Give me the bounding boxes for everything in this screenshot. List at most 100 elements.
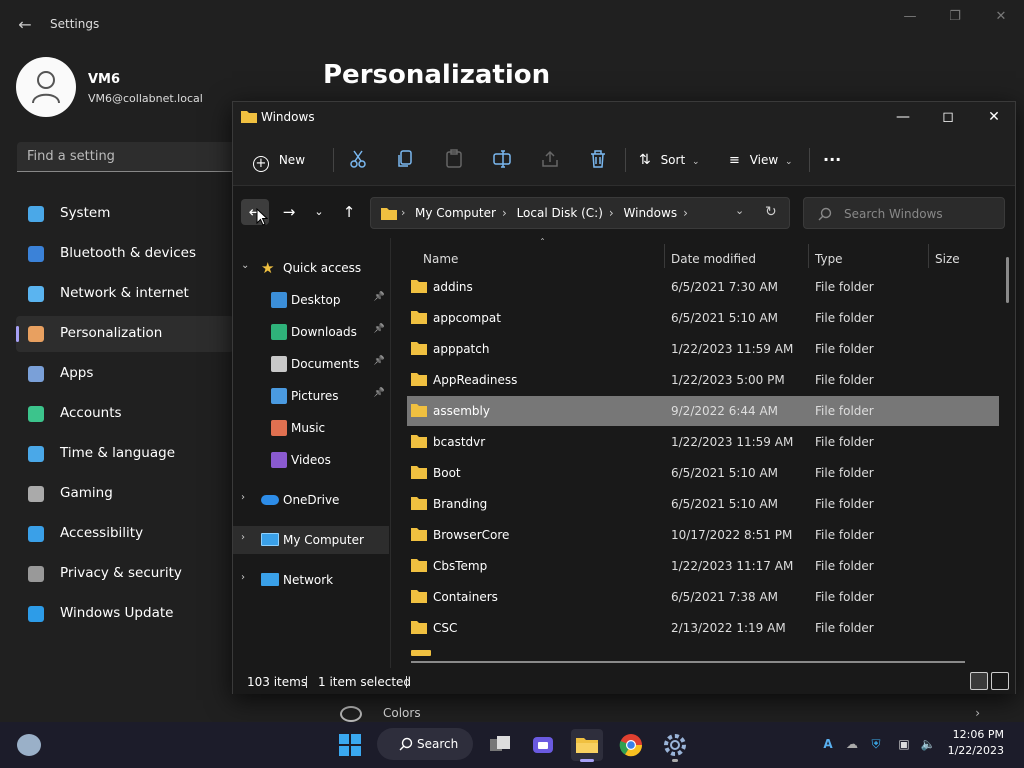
- pictures-icon: [271, 388, 287, 404]
- nav-onedrive[interactable]: › OneDrive: [233, 486, 389, 514]
- nav-downloads[interactable]: Downloads 📌: [233, 318, 389, 346]
- sidebar-item-label: Gaming: [60, 485, 113, 501]
- column-header-type[interactable]: Type: [815, 244, 843, 274]
- nav-desktop[interactable]: Desktop 📌: [233, 286, 389, 314]
- chrome-icon[interactable]: [615, 729, 647, 761]
- tiles-view-icon[interactable]: [991, 672, 1009, 690]
- sidebar-item-accessibility[interactable]: Accessibility: [16, 516, 234, 552]
- start-windows-icon[interactable]: [334, 729, 366, 761]
- up-arrow-icon[interactable]: ↑: [335, 199, 363, 225]
- accessibility-tray-icon[interactable]: A: [820, 737, 836, 753]
- rename-icon[interactable]: [491, 148, 513, 170]
- column-divider[interactable]: [664, 244, 665, 268]
- minimize-icon[interactable]: —: [895, 8, 925, 26]
- table-row[interactable]: Containers 6/5/2021 7:38 AM File folder: [407, 582, 999, 612]
- sidebar-item-privacy-security[interactable]: Privacy & security: [16, 556, 234, 592]
- view-button[interactable]: ≡ View ⌄: [729, 144, 795, 176]
- nav-my-computer[interactable]: › My Computer: [233, 526, 389, 554]
- breadcrumb-item[interactable]: My Computer: [415, 206, 496, 220]
- sidebar-item-system[interactable]: System: [16, 196, 234, 232]
- paste-icon[interactable]: [443, 148, 465, 170]
- table-row[interactable]: Branding 6/5/2021 5:10 AM File folder: [407, 489, 999, 519]
- breadcrumb-item[interactable]: Windows: [624, 206, 678, 220]
- vertical-scrollbar[interactable]: [1006, 257, 1009, 303]
- details-view-icon[interactable]: [970, 672, 988, 690]
- volume-icon[interactable]: 🔈: [920, 737, 936, 753]
- sidebar-item-personalization[interactable]: Personalization: [16, 316, 234, 352]
- close-icon[interactable]: ✕: [986, 8, 1016, 26]
- file-date: 2/13/2022 1:19 AM: [671, 621, 786, 635]
- recent-locations-chevron-icon[interactable]: ⌄: [305, 199, 333, 225]
- teams-chat-icon[interactable]: [527, 729, 559, 761]
- sort-button[interactable]: ⇅ Sort ⌄: [639, 144, 705, 176]
- refresh-icon[interactable]: ↻: [765, 204, 777, 220]
- sidebar-item-time-language[interactable]: Time & language: [16, 436, 234, 472]
- table-row[interactable]: addins 6/5/2021 7:30 AM File folder: [407, 272, 999, 302]
- network-tray-icon[interactable]: ▣: [896, 737, 912, 753]
- column-divider[interactable]: [928, 244, 929, 268]
- table-row[interactable]: Boot 6/5/2021 5:10 AM File folder: [407, 458, 999, 488]
- nav-documents[interactable]: Documents 📌: [233, 350, 389, 378]
- horizontal-scrollbar[interactable]: [411, 661, 965, 663]
- minimize-icon[interactable]: —: [887, 106, 919, 128]
- table-row[interactable]: appcompat 6/5/2021 5:10 AM File folder: [407, 303, 999, 333]
- table-row[interactable]: apppatch 1/22/2023 11:59 AM File folder: [407, 334, 999, 364]
- delete-icon[interactable]: [587, 148, 609, 170]
- column-header-size[interactable]: Size: [935, 244, 960, 274]
- share-icon[interactable]: [539, 148, 561, 170]
- sidebar-item-label: Windows Update: [60, 605, 174, 621]
- back-arrow-icon[interactable]: ←: [14, 14, 36, 36]
- sidebar-item-network-internet[interactable]: Network & internet: [16, 276, 234, 312]
- breadcrumb-item[interactable]: Local Disk (C:): [517, 206, 603, 220]
- pin-icon: 📌: [373, 388, 385, 398]
- table-row[interactable]: BrowserCore 10/17/2022 8:51 PM File folder: [407, 520, 999, 550]
- table-row[interactable]: CSC 2/13/2022 1:19 AM File folder: [407, 613, 999, 643]
- close-icon[interactable]: ✕: [978, 106, 1010, 128]
- sidebar-item-apps[interactable]: Apps: [16, 356, 234, 392]
- copy-icon[interactable]: [395, 148, 417, 170]
- avatar[interactable]: [16, 57, 76, 117]
- sort-label: Sort: [660, 153, 686, 167]
- sidebar-item-bluetooth-devices[interactable]: Bluetooth & devices: [16, 236, 234, 272]
- find-setting-input[interactable]: Find a setting: [17, 142, 235, 172]
- address-bar[interactable]: › My Computer › Local Disk (C:) › Windows ›…: [370, 197, 790, 229]
- nav-pictures[interactable]: Pictures 📌: [233, 382, 389, 410]
- widgets-weather-icon[interactable]: [17, 734, 41, 756]
- column-divider[interactable]: [808, 244, 809, 268]
- system-clock[interactable]: 12:06 PM 1/22/2023: [948, 727, 1004, 759]
- table-row[interactable]: AppReadiness 1/22/2023 5:00 PM File folder: [407, 365, 999, 395]
- colors-setting-row[interactable]: Colors ›: [340, 704, 1020, 724]
- forward-arrow-icon[interactable]: →: [275, 199, 303, 225]
- restore-icon[interactable]: ❐: [940, 8, 970, 26]
- address-dropdown-icon[interactable]: ⌄: [735, 204, 744, 217]
- task-view-icon[interactable]: [484, 729, 516, 761]
- table-row[interactable]: CbsTemp 1/22/2023 11:17 AM File folder: [407, 551, 999, 581]
- table-row[interactable]: bcastdvr 1/22/2023 11:59 AM File folder: [407, 427, 999, 457]
- settings-taskbar-button[interactable]: [659, 729, 691, 762]
- nav-quick-access[interactable]: ⌄ ★ Quick access: [233, 254, 389, 282]
- file-type: File folder: [815, 497, 874, 511]
- sidebar-item-gaming[interactable]: Gaming: [16, 476, 234, 512]
- file-date: 10/17/2022 8:51 PM: [671, 528, 793, 542]
- more-options-icon[interactable]: ···: [823, 144, 851, 176]
- nav-network[interactable]: › Network: [233, 566, 389, 594]
- security-shield-tray-icon[interactable]: ⛨: [868, 737, 884, 753]
- maximize-icon[interactable]: ◻: [932, 106, 964, 128]
- search-input[interactable]: Search Windows: [844, 207, 943, 221]
- file-explorer-taskbar-button[interactable]: [571, 729, 603, 762]
- new-button[interactable]: + New ⌄: [253, 144, 319, 199]
- nav-videos[interactable]: Videos: [233, 446, 389, 474]
- cloud-offline-tray-icon[interactable]: ☁: [844, 737, 860, 753]
- sidebar-item-accounts[interactable]: Accounts: [16, 396, 234, 432]
- cut-icon[interactable]: [347, 148, 369, 170]
- desktop-icon: [271, 292, 287, 308]
- column-header-name[interactable]: Name: [423, 244, 458, 274]
- new-label: New: [278, 153, 306, 167]
- nav-music[interactable]: Music: [233, 414, 389, 442]
- table-row[interactable]: assembly 9/2/2022 6:44 AM File folder: [407, 396, 999, 426]
- search-box[interactable]: Search Windows: [803, 197, 1005, 229]
- explorer-titlebar[interactable]: Windows — ◻ ✕: [233, 102, 1015, 134]
- sidebar-item-windows-update[interactable]: Windows Update: [16, 596, 234, 632]
- column-header-date[interactable]: Date modified: [671, 244, 756, 274]
- taskbar-search-button[interactable]: Search: [377, 728, 473, 760]
